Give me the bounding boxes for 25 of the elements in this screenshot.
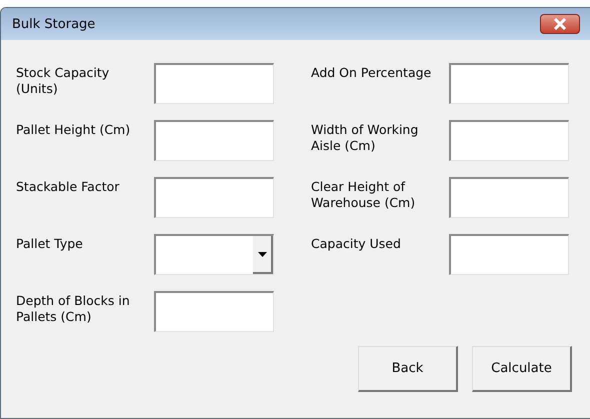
close-button[interactable] (540, 14, 580, 34)
field-label: Width of Working Aisle (Cm) (311, 121, 420, 155)
input-field[interactable] (154, 291, 274, 332)
input-field[interactable] (154, 120, 274, 161)
input-field[interactable] (449, 63, 569, 104)
dropdown-button[interactable] (253, 236, 273, 274)
input-field[interactable] (154, 63, 274, 104)
input-field[interactable] (449, 177, 569, 218)
dialog-button[interactable]: Calculate (472, 346, 572, 392)
field-label: Add On Percentage (311, 64, 432, 82)
field-label: Pallet Type (16, 235, 84, 253)
close-icon (553, 18, 567, 30)
input-field[interactable] (449, 120, 569, 161)
input-field[interactable] (154, 177, 274, 218)
field-label: Stock Capacity (Units) (16, 64, 110, 98)
field-label: Stackable Factor (16, 178, 120, 196)
dialog-button[interactable]: Back (358, 346, 458, 392)
field-label: Pallet Height (Cm) (16, 121, 132, 139)
field-label: Clear Height of Warehouse (Cm) (311, 178, 416, 212)
field-label: Capacity Used (311, 235, 402, 253)
dropdown[interactable] (154, 234, 274, 275)
caret-icon (258, 252, 266, 256)
field-label: Depth of Blocks in Pallets (Cm) (16, 292, 131, 326)
window-title: Bulk Storage (12, 16, 96, 32)
input-field[interactable] (449, 234, 569, 275)
